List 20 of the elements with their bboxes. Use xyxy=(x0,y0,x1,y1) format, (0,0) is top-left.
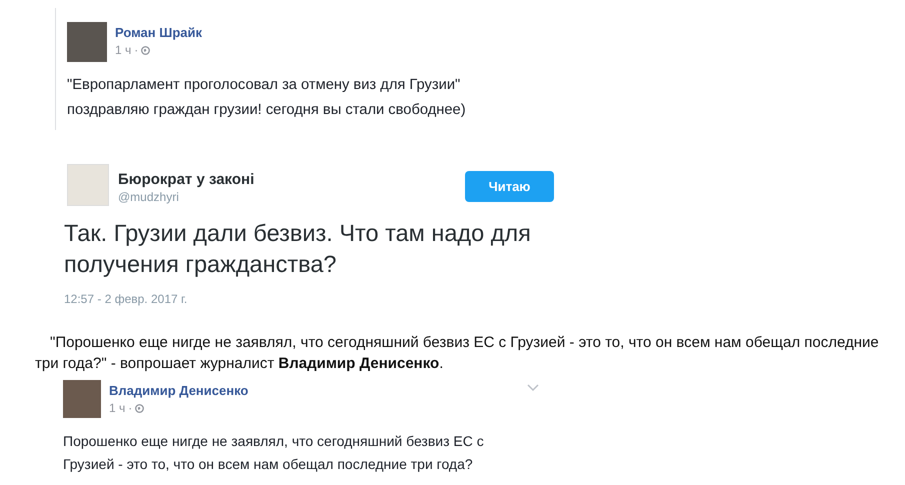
tweet-text: Так. Грузии дали безвиз. Что там надо для получения гражданства? xyxy=(64,219,532,279)
post-text: Порошенко еще нигде не заявлял, что сегодняшний безвиз ЕС с xyxy=(63,432,485,451)
author-name[interactable]: Владимир Денисенко xyxy=(109,382,248,400)
post-time[interactable]: 1 ч xyxy=(109,400,126,416)
post-text: "Европарламент проголосовал за отмену виз для Грузии" xyxy=(67,76,462,95)
separator-dot: · xyxy=(128,400,132,416)
article-paragraph: "Порошенко еще нигде не заявлял, что сегодняшний безвиз ЕС с Грузией - это то, что он всем нам обещал последние три года?" - вопрошает журналист Владимир Денисенко. xyxy=(35,333,880,374)
post-time[interactable]: 1 ч xyxy=(115,42,132,58)
author-name[interactable]: Бюрократ у законі xyxy=(118,171,254,189)
author-handle[interactable]: @mudzhyri xyxy=(118,189,254,205)
separator-dot: · xyxy=(134,42,138,58)
chevron-down-icon[interactable] xyxy=(527,384,539,392)
follow-button[interactable]: Читаю xyxy=(465,171,554,202)
post-text: поздравляю граждан грузии! сегодня вы стали свободнее) xyxy=(67,101,467,120)
author-name[interactable]: Роман Шрайк xyxy=(115,24,202,42)
post-text: Грузией - это то, что он всем нам обещал последние три года? xyxy=(63,455,474,474)
avatar-photo xyxy=(67,22,107,62)
globe-icon xyxy=(135,404,144,412)
tweet-date[interactable]: 12:57 - 2 февр. 2017 г. xyxy=(64,290,554,308)
globe-icon xyxy=(141,46,150,54)
